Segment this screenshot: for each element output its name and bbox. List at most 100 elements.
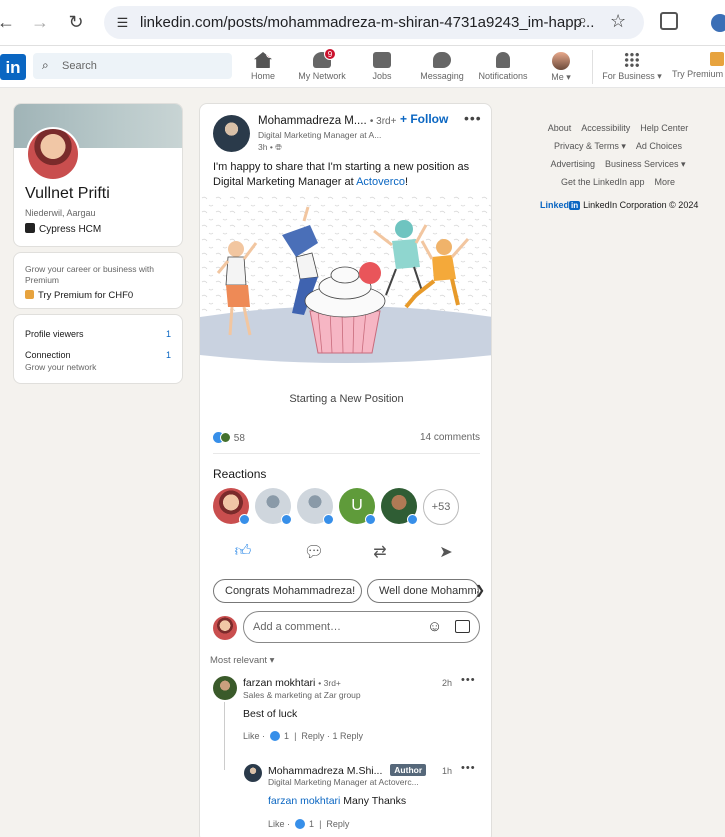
more-reactors-button[interactable]: +53 [423,489,459,525]
image-icon[interactable] [455,620,470,633]
comment-replies-link[interactable]: 1 Reply [332,731,363,741]
nav-messaging[interactable]: Messaging [419,52,465,84]
connection-count[interactable]: 1 [166,350,171,360]
connection-label[interactable]: Connection [25,350,71,360]
comment-input[interactable]: Add a comment… ☺ [243,611,480,643]
back-icon[interactable]: ← [0,10,18,34]
footer-links: About Accessibility Help Center Privacy & … [528,119,708,191]
author-name[interactable]: Mohammadreza M.... • 3rd+ [258,115,396,127]
comment-more-icon[interactable]: ••• [461,674,476,686]
reactor-avatar[interactable]: U [339,488,376,525]
nav-jobs[interactable]: Jobs [368,52,396,84]
copyright: Linked in LinkedIn Corporation © 2024 [540,200,698,210]
try-premium-link[interactable]: Try Premium for CHF0 [25,290,133,301]
like-icon [323,514,334,525]
briefcase-icon [373,52,391,68]
profile-avatar[interactable] [26,127,80,181]
comment-like-button[interactable]: Like · [243,731,265,741]
chevron-right-icon[interactable]: ❯ [475,583,485,597]
like-icon [407,514,418,525]
zoom-icon[interactable]: ⌕ [578,12,587,30]
comment-reply-button[interactable]: Reply · [301,731,330,741]
new-position-illustration[interactable] [200,195,491,371]
reply-author-name[interactable]: Mohammadreza M.Shi... Author [268,764,427,777]
profile-card[interactable]: Vullnet Prifti Niederwil, Aargau Cypress… [13,103,183,247]
profile-viewers-label[interactable]: Profile viewers [25,329,84,339]
network-badge: 9 [324,48,336,60]
premium-link-label: Try Premium for CHF0 [38,290,134,301]
reactor-avatar[interactable] [213,488,250,525]
footer-link-business[interactable]: Business Services ▾ [605,159,686,169]
footer-link-accessibility[interactable]: Accessibility [581,123,630,133]
reply-actions: Like · 1 | Reply [268,819,350,829]
follow-button[interactable]: + Follow [400,112,448,126]
send-button[interactable]: ➤ [433,542,459,564]
current-user-avatar [213,616,237,640]
suggested-comment-chip[interactable]: Congrats Mohammadreza! [213,579,362,603]
sort-comments-dropdown[interactable]: Most relevant ▾ [210,655,274,666]
extensions-icon[interactable] [660,12,678,30]
comment-text: Best of luck [243,708,298,720]
emoji-icon[interactable]: ☺ [427,618,442,635]
post-time-text: 3h • [258,142,273,152]
reply-like-button[interactable]: Like · [268,819,290,829]
post-text-body: I'm happy to share that I'm starting a n… [213,161,470,188]
premium-icon [25,290,34,299]
footer-link-ad-choices[interactable]: Ad Choices [636,141,682,151]
like-icon [365,514,376,525]
reactor-avatar[interactable] [381,488,418,525]
nav-try-premium[interactable]: Try Premium [672,52,725,84]
reply-like-count[interactable]: 1 [309,819,314,829]
reply-reply-button[interactable]: Reply [326,819,349,829]
url-text: linkedin.com/posts/mohammadreza-m-shiran… [140,14,595,31]
reload-icon[interactable]: ↻ [64,10,88,34]
linkedin-logo[interactable]: in [0,54,26,80]
bookmark-star-icon[interactable]: ☆ [610,11,626,32]
profile-name[interactable]: Vullnet Prifti [25,185,110,203]
repost-button[interactable]: ⇄ [367,542,393,564]
comment-button[interactable]: 💬︎ [301,542,327,564]
grow-network-text: Grow your network [25,362,97,372]
footer-link-privacy[interactable]: Privacy & Terms ▾ [554,141,626,151]
nav-business-label: For Business ▾ [602,71,662,81]
like-button[interactable]: 👍︎ [230,542,256,564]
grid-icon [624,52,640,68]
reply-text: farzan mokhtari Many Thanks [268,795,406,807]
author-avatar[interactable] [213,115,250,152]
bell-icon [496,52,510,68]
forward-icon[interactable]: → [28,10,52,34]
footer-link-app[interactable]: Get the LinkedIn app [561,177,645,187]
suggested-comment-chip[interactable]: Well done Mohammadreza [367,579,479,603]
reply-author-avatar[interactable] [244,764,262,782]
post-more-icon[interactable]: ••• [464,110,482,126]
reactor-avatar[interactable] [297,488,334,525]
premium-card: Grow your career or business with Premiu… [13,252,183,309]
comments-count[interactable]: 14 comments [420,432,480,443]
commenter-avatar[interactable] [213,676,237,700]
home-icon [254,52,272,68]
nav-for-business[interactable]: For Business ▾ [602,52,662,84]
nav-jobs-label: Jobs [372,71,392,81]
address-bar[interactable]: ☰ linkedin.com/posts/mohammadreza-m-shir… [104,6,644,39]
nav-me[interactable]: Me ▾ [546,52,576,84]
footer-link-help[interactable]: Help Center [640,123,688,133]
company-mention-link[interactable]: Actoverco [356,176,405,188]
footer-link-about[interactable]: About [548,123,572,133]
linkedin-wordmark: Linked [540,200,570,210]
nav-home[interactable]: Home [246,52,280,84]
nav-notifications[interactable]: Notifications [476,52,530,84]
profile-viewers-count[interactable]: 1 [166,329,171,339]
reactor-avatar[interactable] [255,488,292,525]
profile-company[interactable]: Cypress HCM [25,223,101,235]
reply-more-icon[interactable]: ••• [461,762,476,774]
mention-link[interactable]: farzan mokhtari [268,795,340,807]
footer-link-more[interactable]: More [655,177,676,187]
nav-my-network[interactable]: 9 My Network [296,48,348,84]
search-input[interactable]: ⌕ Search [33,53,232,79]
reaction-count[interactable]: 58 [234,433,245,444]
browser-profile-icon[interactable] [711,14,725,32]
comment-like-count[interactable]: 1 [284,731,289,741]
commenter-name[interactable]: farzan mokhtari • 3rd+ [243,677,341,689]
footer-link-advertising[interactable]: Advertising [550,159,595,169]
site-settings-icon[interactable]: ☰ [112,12,133,33]
